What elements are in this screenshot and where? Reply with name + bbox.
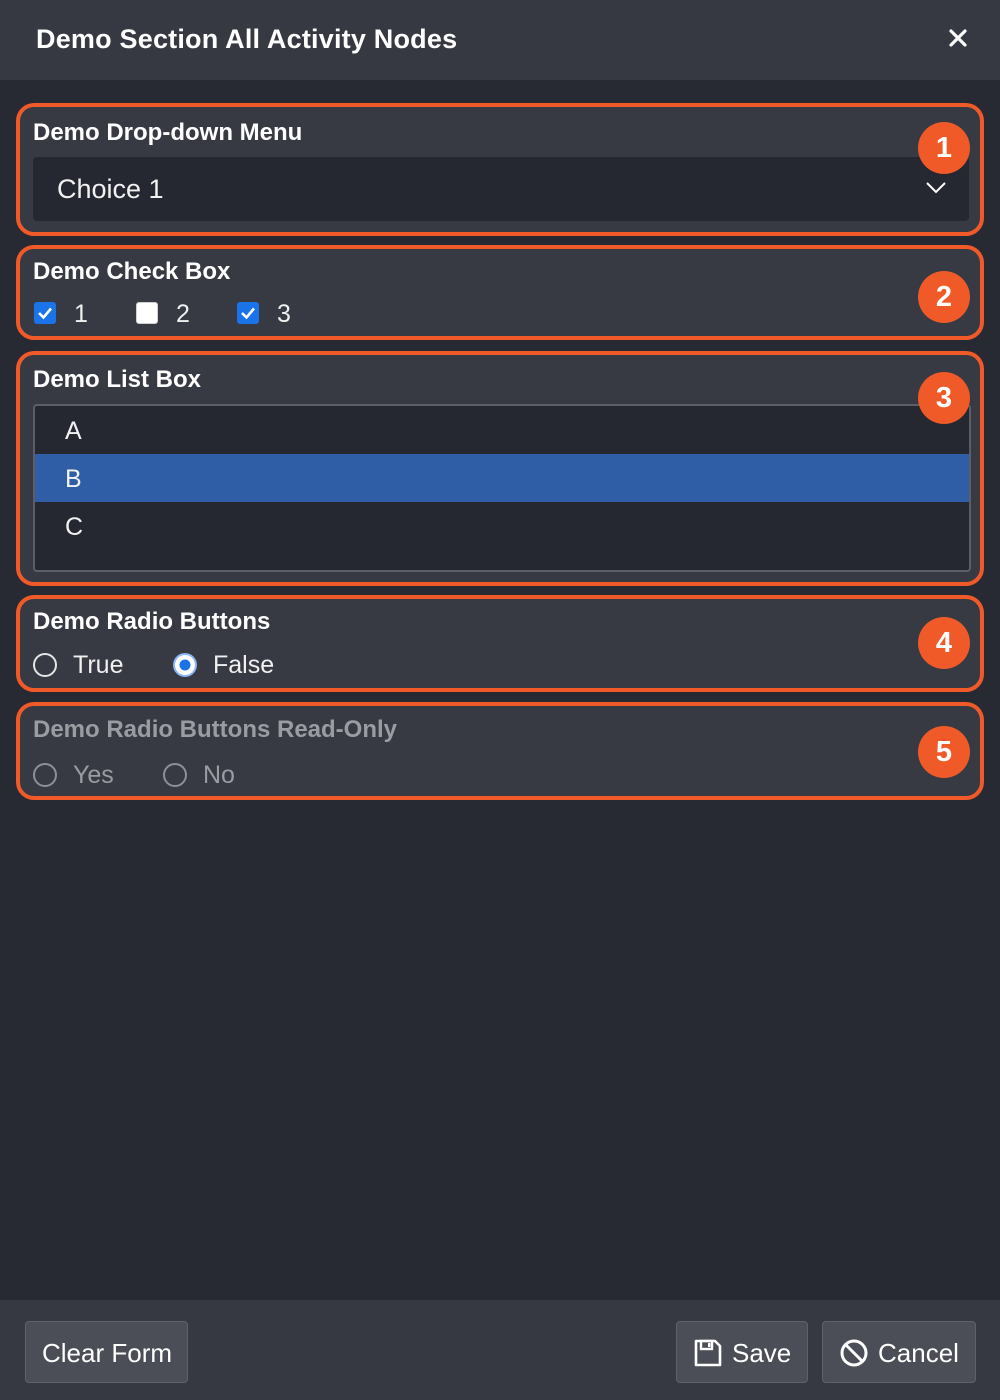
- radio-readonly-label: Demo Radio Buttons Read-Only: [33, 716, 398, 743]
- list-item-label: B: [65, 465, 82, 493]
- chevron-down-icon: [925, 181, 947, 200]
- cancel-button[interactable]: Cancel: [822, 1321, 976, 1383]
- checkbox-label: Demo Check Box: [33, 258, 231, 285]
- radio-no-label: No: [203, 761, 235, 789]
- annotation-badge-5: 5: [918, 726, 970, 778]
- cancel-icon: [839, 1338, 869, 1373]
- checkbox-1-label: 1: [74, 300, 88, 328]
- annotation-badge-3: 3: [918, 372, 970, 424]
- list-item-c[interactable]: C: [35, 502, 969, 550]
- list-box[interactable]: A B C: [33, 404, 971, 572]
- list-item-label: A: [65, 417, 82, 445]
- save-icon: [693, 1338, 723, 1373]
- list-item-label: C: [65, 513, 84, 541]
- radio-no: [163, 763, 187, 787]
- listbox-label: Demo List Box: [33, 366, 202, 393]
- checkbox-1[interactable]: [34, 302, 56, 324]
- radio-yes: [33, 763, 57, 787]
- checkbox-section: Demo Check Box 1 2 3 2: [16, 245, 984, 340]
- annotation-badge-1: 1: [918, 122, 970, 174]
- save-label: Save: [732, 1338, 792, 1368]
- radio-false-label: False: [213, 651, 275, 679]
- clear-form-button[interactable]: Clear Form: [25, 1321, 188, 1383]
- list-item-a[interactable]: A: [35, 406, 969, 454]
- radio-section: Demo Radio Buttons True False 4: [16, 595, 984, 692]
- radio-label: Demo Radio Buttons: [33, 608, 271, 635]
- dropdown-section: Demo Drop-down Menu Choice 1 1: [16, 103, 984, 236]
- save-button[interactable]: Save: [676, 1321, 808, 1383]
- clear-form-label: Clear Form: [42, 1338, 173, 1368]
- annotation-badge-2: 2: [918, 271, 970, 323]
- annotation-badge-4: 4: [918, 617, 970, 669]
- radio-true-label: True: [73, 651, 124, 679]
- dropdown-selected-value: Choice 1: [57, 174, 164, 204]
- list-item-b[interactable]: B: [35, 454, 969, 502]
- choice-dropdown[interactable]: Choice 1: [33, 157, 969, 221]
- checkbox-3[interactable]: [237, 302, 259, 324]
- radio-false[interactable]: [173, 653, 197, 677]
- checkbox-3-label: 3: [277, 300, 291, 328]
- dialog-title: Demo Section All Activity Nodes: [36, 24, 458, 54]
- radio-yes-label: Yes: [73, 761, 114, 789]
- radio-readonly-section: Demo Radio Buttons Read-Only Yes No 5: [16, 702, 984, 800]
- dropdown-label: Demo Drop-down Menu: [33, 119, 303, 146]
- dialog-header: Demo Section All Activity Nodes: [0, 0, 1000, 80]
- dialog-footer: Clear Form Save Cancel: [0, 1300, 1000, 1400]
- checkbox-2-label: 2: [176, 300, 190, 328]
- checkbox-2[interactable]: [136, 302, 158, 324]
- listbox-section: Demo List Box A B C 3: [16, 351, 984, 586]
- cancel-label: Cancel: [878, 1338, 959, 1368]
- close-icon[interactable]: [944, 24, 972, 52]
- radio-true[interactable]: [33, 653, 57, 677]
